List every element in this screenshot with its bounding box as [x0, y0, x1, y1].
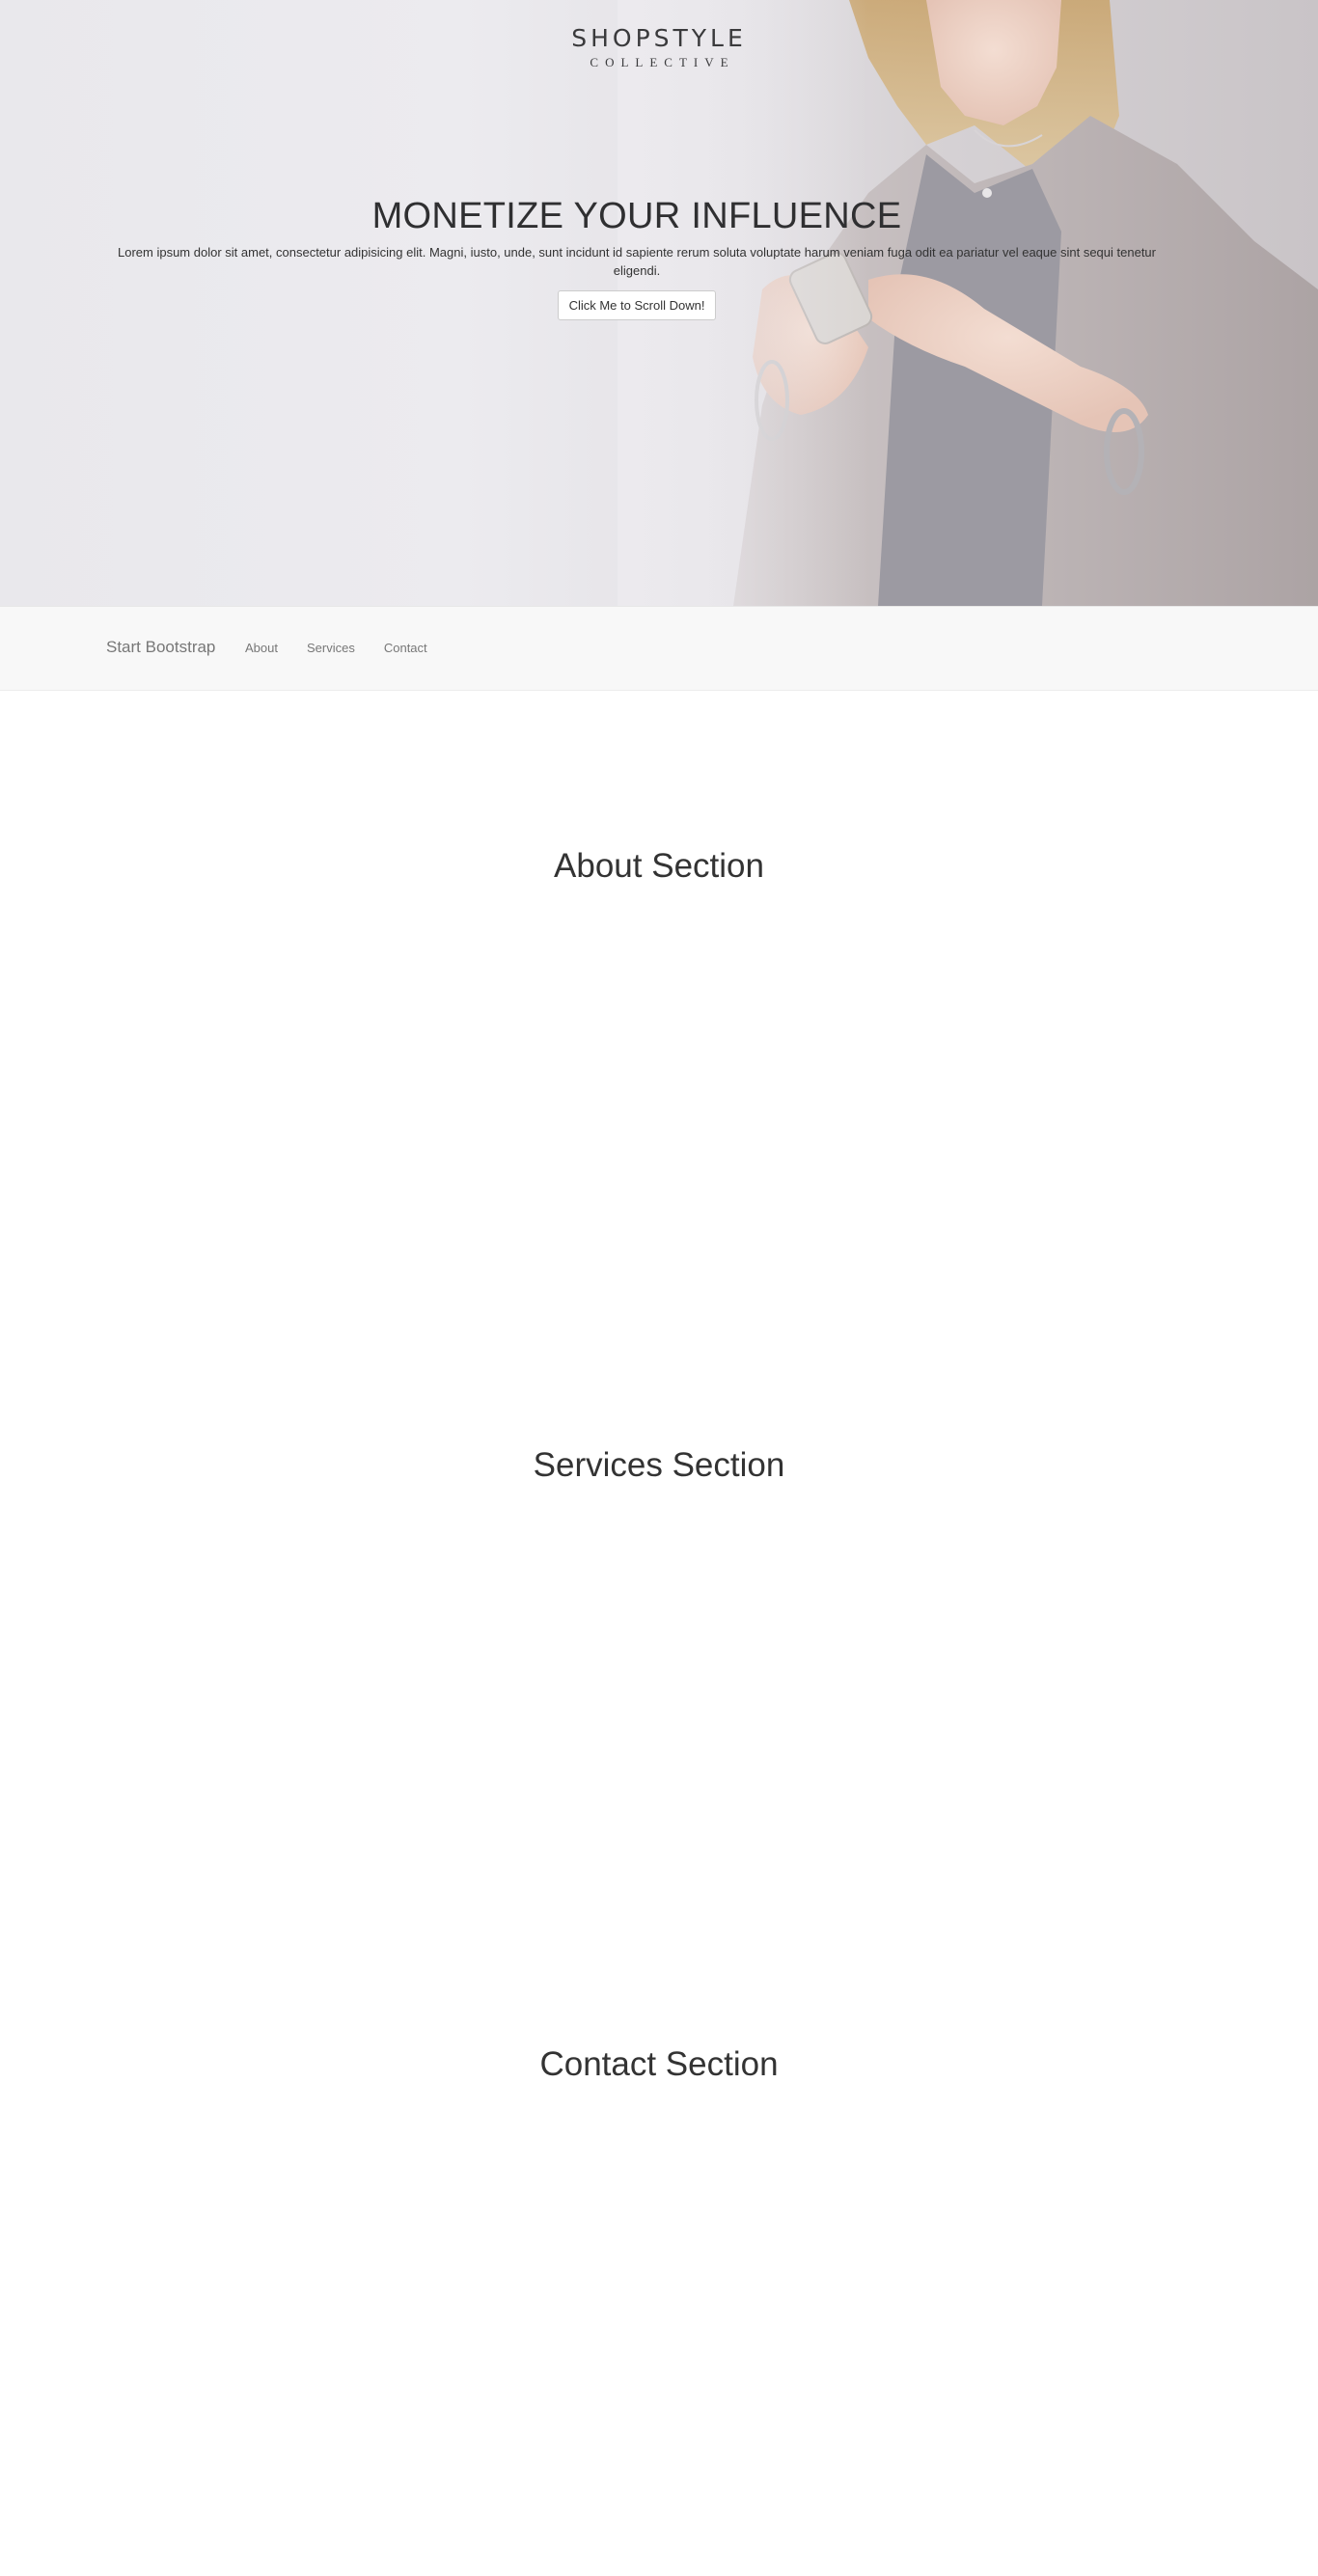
- brand-logo[interactable]: SHOPSTYLE COLLECTIVE: [0, 25, 1318, 70]
- contact-section-title: Contact Section: [539, 2045, 779, 2083]
- hero-content: MONETIZE YOUR INFLUENCE Lorem ipsum dolo…: [101, 195, 1172, 320]
- nav-link-services[interactable]: Services: [307, 640, 355, 657]
- hero-header: SHOPSTYLE COLLECTIVE MONETIZE YOUR INFLU…: [0, 0, 1318, 606]
- navbar-brand-link[interactable]: Start Bootstrap: [106, 638, 215, 657]
- hero-description: Lorem ipsum dolor sit amet, consectetur …: [118, 245, 1156, 278]
- main-navbar: Start Bootstrap About Services Contact: [0, 606, 1318, 691]
- nav-link-contact[interactable]: Contact: [384, 640, 427, 657]
- contact-section: Contact Section: [0, 1889, 1318, 2576]
- about-section-title: About Section: [554, 847, 764, 885]
- services-section: Services Section: [0, 1290, 1318, 1889]
- hero-title: MONETIZE YOUR INFLUENCE: [371, 196, 902, 236]
- logo-wordmark: SHOPSTYLE: [571, 24, 747, 52]
- logo-subtitle: COLLECTIVE: [590, 55, 735, 69]
- nav-link-about[interactable]: About: [245, 640, 278, 657]
- about-section: About Section: [0, 691, 1318, 1290]
- nav-links: About Services Contact: [245, 640, 456, 657]
- services-section-title: Services Section: [533, 1446, 785, 1484]
- scroll-down-button[interactable]: Click Me to Scroll Down!: [557, 290, 717, 320]
